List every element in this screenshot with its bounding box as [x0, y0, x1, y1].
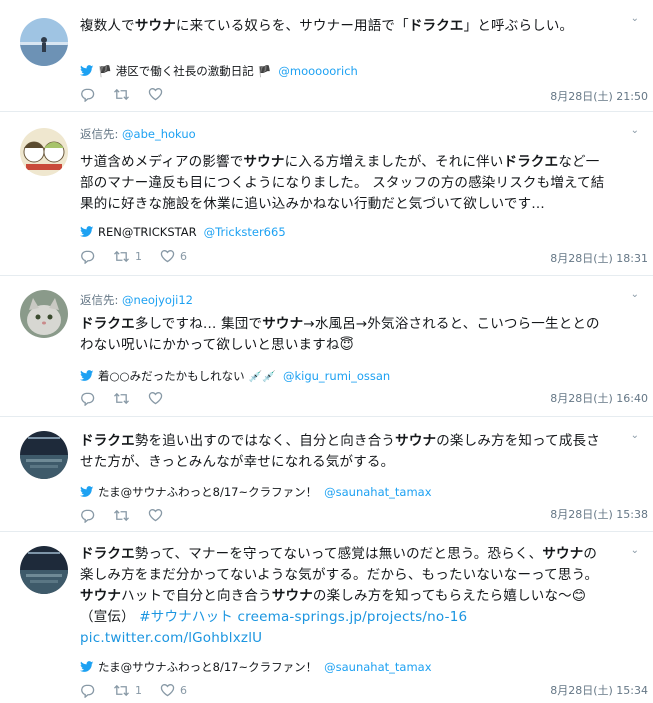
via-handle[interactable]: @kigu_rumi_ossan	[283, 369, 390, 383]
via-handle[interactable]: @saunahat_tamax	[324, 485, 431, 499]
via-account[interactable]: 着○○みだったかもしれない 💉💉 @kigu_rumi_ossan	[80, 368, 390, 384]
reply-to: 返信先: @neojyoji12	[80, 292, 193, 308]
retweet-count: 1	[135, 249, 142, 263]
heart-icon	[160, 684, 175, 697]
tweet-actions: 1 6	[80, 248, 205, 264]
tweet-timestamp[interactable]: 8月28日(土) 18:31	[550, 250, 648, 266]
retweet-icon	[114, 509, 129, 521]
tweet-timestamp[interactable]: 8月28日(土) 15:38	[550, 506, 648, 522]
via-handle[interactable]: @mooooorich	[278, 64, 357, 78]
retweet-button[interactable]	[113, 508, 130, 523]
tweet-text: ドラクエ多しですね… 集団でサウナ→水風呂→外気浴されると、こいつら一生ととのわ…	[80, 316, 600, 353]
via-emoji: 💉💉	[248, 369, 276, 383]
via-account[interactable]: たま@サウナふわっと8/17~クラファン！ @saunahat_tamax	[80, 484, 432, 500]
tweet-text: ドラクエ勢を追い出すのではなく、自分と向き合うサウナの楽しみ方を知って成長させた…	[80, 433, 600, 470]
retweet-icon	[114, 392, 129, 404]
tweet-timestamp[interactable]: 8月28日(土) 21:50	[550, 88, 648, 104]
via-account[interactable]: たま@サウナふわっと8/17~クラファン！ @saunahat_tamax	[80, 659, 432, 675]
pic-link[interactable]: pic.twitter.com/lGohblxzlU	[80, 630, 262, 646]
twitter-bird-icon	[80, 661, 94, 672]
tweet-actions	[80, 86, 181, 102]
via-name: 着○○みだったかもしれない	[98, 369, 245, 383]
via-name: 港区で働く社長の激動日記	[115, 64, 254, 78]
reply-button[interactable]	[80, 508, 95, 523]
like-button[interactable]: 6	[160, 683, 187, 697]
tweet-3[interactable]: ⌄ 返信先: @neojyoji12 ドラクエ多しですね… 集団でサウナ→水風呂…	[0, 276, 653, 417]
tweet-5[interactable]: ⌄ ドラクエ勢って、マナーを守ってないって感覚は無いのだと思う。恐らく、サウナの…	[0, 532, 653, 703]
via-handle[interactable]: @Trickster665	[204, 225, 286, 239]
chevron-down-icon[interactable]: ⌄	[631, 14, 639, 24]
twitter-bird-icon	[80, 226, 94, 237]
twitter-bird-icon	[80, 65, 94, 76]
reply-button[interactable]	[80, 249, 95, 264]
via-name: REN@TRICKSTAR	[98, 225, 197, 239]
reply-icon	[81, 88, 95, 102]
twitter-bird-icon	[80, 486, 94, 497]
tweet-text: 複数人でサウナに来ている奴らを、サウナー用語で「ドラクエ」と呼ぶらしい。	[80, 18, 574, 34]
tweet-actions	[80, 390, 181, 406]
via-name: たま@サウナふわっと8/17~クラファン！	[98, 485, 318, 499]
reply-icon	[81, 684, 95, 698]
via-account[interactable]: REN@TRICKSTAR @Trickster665	[80, 225, 286, 239]
chevron-down-icon[interactable]: ⌄	[631, 546, 639, 556]
reply-icon	[81, 250, 95, 264]
heart-icon	[148, 88, 163, 101]
avatar[interactable]	[20, 431, 68, 479]
hashtag-link[interactable]: #サウナハット	[139, 609, 233, 625]
heart-icon	[148, 392, 163, 405]
flag-emoji: 🏴	[257, 64, 272, 78]
tweet-text: ドラクエ勢って、マナーを守ってないって感覚は無いのだと思う。恐らく、サウナの楽し…	[80, 546, 599, 646]
tweet-timestamp[interactable]: 8月28日(土) 15:34	[550, 682, 648, 698]
retweet-button[interactable]	[113, 87, 130, 102]
reply-handle[interactable]: @abe_hokuo	[122, 127, 196, 141]
reply-label: 返信先:	[80, 127, 119, 141]
retweet-button[interactable]: 1	[113, 683, 142, 698]
reply-button[interactable]	[80, 391, 95, 406]
heart-icon	[148, 509, 163, 522]
tweet-timeline: ⌄ 複数人でサウナに来ている奴らを、サウナー用語で「ドラクエ」と呼ぶらしい。 🏴…	[0, 0, 653, 703]
reply-handle[interactable]: @neojyoji12	[122, 293, 193, 307]
retweet-count: 1	[135, 683, 142, 697]
avatar[interactable]	[20, 18, 68, 66]
reply-to: 返信先: @abe_hokuo	[80, 126, 196, 142]
reply-icon	[81, 392, 95, 406]
heart-icon	[160, 250, 175, 263]
twitter-bird-icon	[80, 370, 94, 381]
avatar[interactable]	[20, 128, 68, 176]
via-account[interactable]: 🏴 港区で働く社長の激動日記 🏴 @mooooorich	[80, 63, 358, 79]
like-button[interactable]: 6	[160, 249, 187, 263]
like-count: 6	[180, 683, 187, 697]
avatar[interactable]	[20, 290, 68, 338]
chevron-down-icon[interactable]: ⌄	[631, 431, 639, 441]
retweet-button[interactable]: 1	[113, 249, 142, 264]
url-link[interactable]: creema-springs.jp/projects/no-16	[238, 609, 468, 625]
tweet-4[interactable]: ⌄ ドラクエ勢を追い出すのではなく、自分と向き合うサウナの楽しみ方を知って成長さ…	[0, 417, 653, 532]
like-button[interactable]	[148, 508, 163, 522]
flag-emoji: 🏴	[98, 64, 112, 78]
retweet-icon	[114, 684, 129, 696]
reply-label: 返信先:	[80, 293, 119, 307]
avatar[interactable]	[20, 546, 68, 594]
tweet-actions: 1 6	[80, 682, 205, 698]
via-name: たま@サウナふわっと8/17~クラファン！	[98, 660, 318, 674]
retweet-icon	[114, 250, 129, 262]
chevron-down-icon[interactable]: ⌄	[631, 290, 639, 300]
tweet-1[interactable]: ⌄ 複数人でサウナに来ている奴らを、サウナー用語で「ドラクエ」と呼ぶらしい。 🏴…	[0, 0, 653, 112]
tweet-actions	[80, 507, 181, 523]
retweet-button[interactable]	[113, 391, 130, 406]
like-button[interactable]	[148, 87, 163, 101]
like-button[interactable]	[148, 391, 163, 405]
chevron-down-icon[interactable]: ⌄	[631, 126, 639, 136]
reply-icon	[81, 509, 95, 523]
tweet-text: サ道含めメディアの影響でサウナに入る方増えましたが、それに伴いドラクエなど一部の…	[80, 154, 605, 212]
tweet-2[interactable]: ⌄ 返信先: @abe_hokuo サ道含めメディアの影響でサウナに入る方増えま…	[0, 112, 653, 276]
tweet-timestamp[interactable]: 8月28日(土) 16:40	[550, 390, 648, 406]
like-count: 6	[180, 249, 187, 263]
via-handle[interactable]: @saunahat_tamax	[324, 660, 431, 674]
reply-button[interactable]	[80, 87, 95, 102]
retweet-icon	[114, 88, 129, 100]
reply-button[interactable]	[80, 683, 95, 698]
